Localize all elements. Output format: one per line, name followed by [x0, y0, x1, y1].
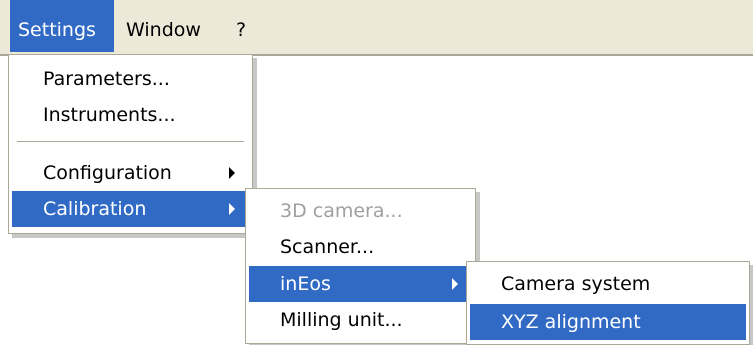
- ineos-submenu: Camera system XYZ alignment: [466, 261, 750, 345]
- menu-item-configuration-label: Configuration: [43, 162, 172, 184]
- submenu-arrow-icon: [229, 203, 235, 215]
- menu-item-ineos-label: inEos: [280, 273, 331, 295]
- menu-separator: [17, 141, 244, 143]
- menu-item-milling-unit-label: Milling unit...: [280, 309, 403, 331]
- menu-item-ineos[interactable]: inEos: [249, 266, 472, 302]
- menu-item-calibration-label: Calibration: [43, 198, 147, 220]
- menu-settings[interactable]: Settings: [10, 0, 114, 52]
- menu-item-calibration[interactable]: Calibration: [12, 191, 249, 227]
- calibration-submenu: 3D camera... Scanner... inEos Milling un…: [245, 188, 476, 344]
- menu-item-camera-system-label: Camera system: [501, 273, 651, 295]
- menu-settings-label: Settings: [18, 19, 96, 41]
- menu-item-parameters[interactable]: Parameters...: [12, 61, 249, 97]
- menu-item-instruments-label: Instruments...: [43, 104, 176, 126]
- menu-item-instruments[interactable]: Instruments...: [12, 97, 249, 133]
- submenu-arrow-icon: [452, 278, 458, 290]
- menu-window[interactable]: Window: [118, 0, 224, 52]
- menu-item-configuration[interactable]: Configuration: [12, 155, 249, 191]
- settings-dropdown: Parameters... Instruments... Configurati…: [8, 54, 253, 234]
- menu-item-3d-camera: 3D camera...: [249, 193, 472, 229]
- menu-item-xyz-alignment-label: XYZ alignment: [501, 311, 641, 333]
- menu-help[interactable]: ?: [228, 0, 258, 52]
- menu-window-label: Window: [126, 19, 201, 41]
- menu-item-camera-system[interactable]: Camera system: [470, 266, 746, 302]
- menu-bar: Settings Window ?: [0, 0, 753, 56]
- menu-help-label: ?: [236, 19, 247, 41]
- menu-item-scanner[interactable]: Scanner...: [249, 229, 472, 265]
- submenu-arrow-icon: [229, 167, 235, 179]
- menu-item-xyz-alignment[interactable]: XYZ alignment: [470, 304, 746, 340]
- menu-item-scanner-label: Scanner...: [280, 236, 375, 258]
- menu-item-milling-unit[interactable]: Milling unit...: [249, 302, 472, 338]
- menu-item-parameters-label: Parameters...: [43, 68, 170, 90]
- menu-item-3d-camera-label: 3D camera...: [280, 200, 403, 222]
